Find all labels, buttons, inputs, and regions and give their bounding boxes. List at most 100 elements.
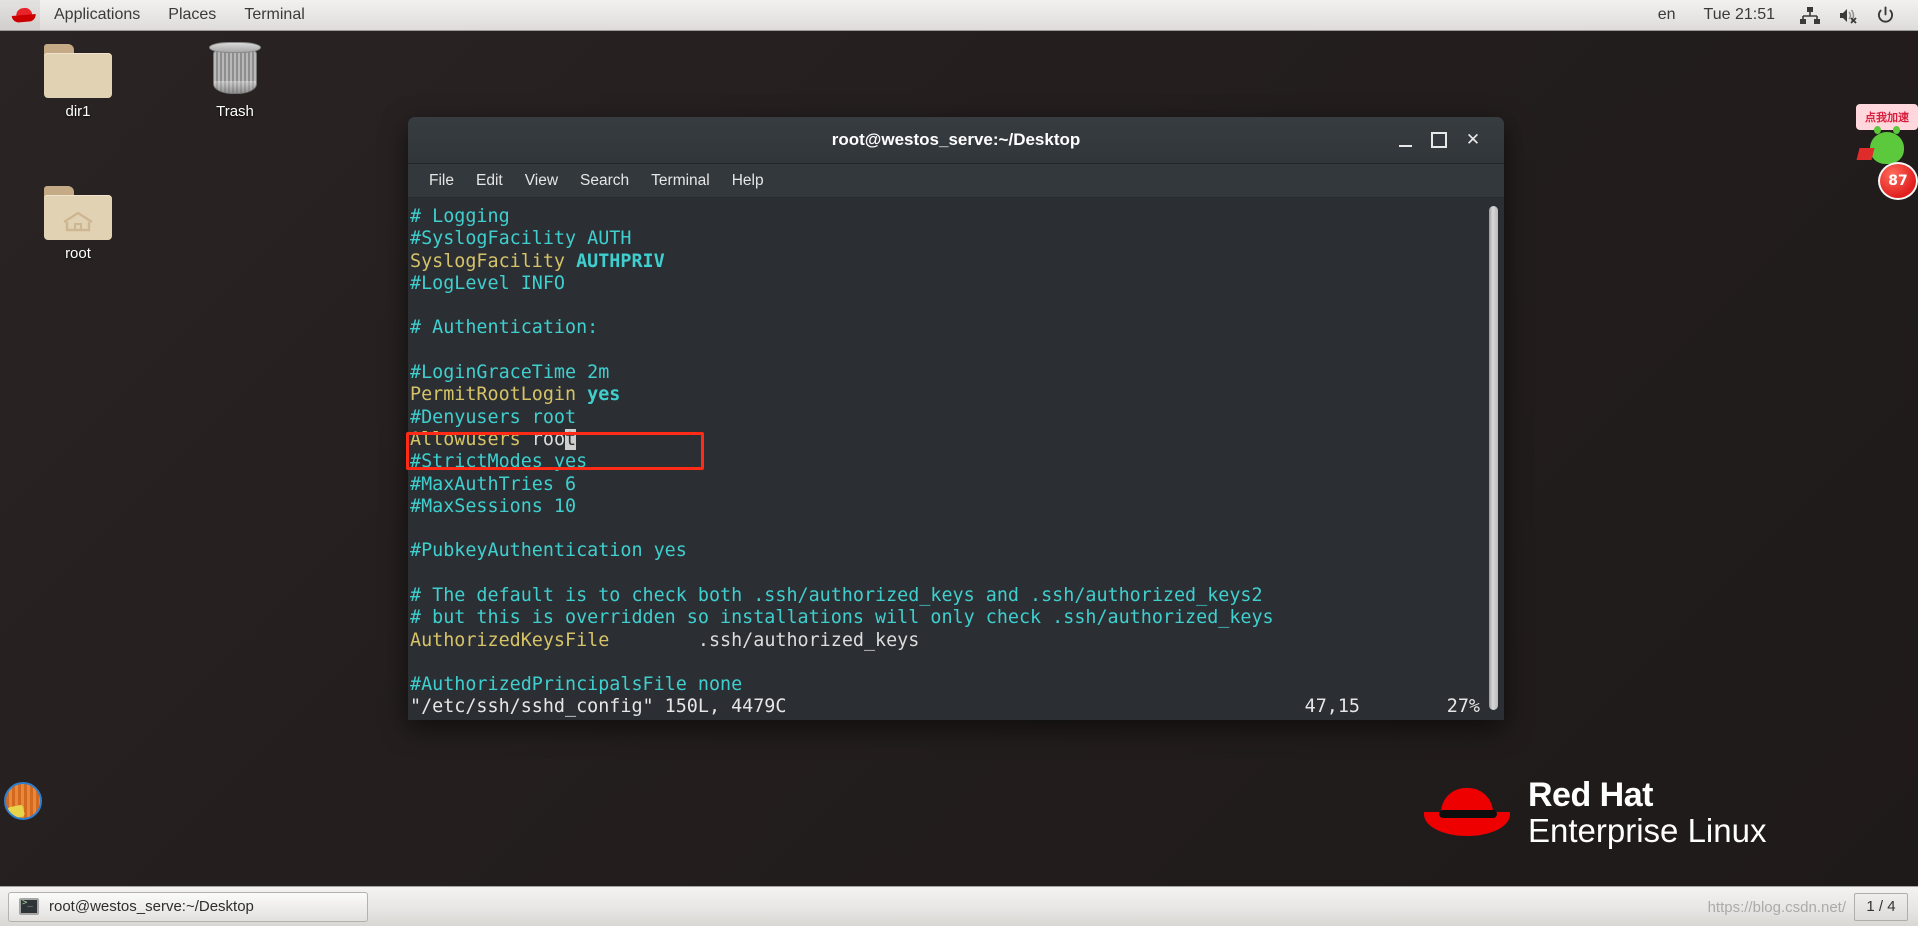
desktop-icon-dir1[interactable]: dir1 [24,44,132,120]
close-button[interactable]: ✕ [1456,125,1490,155]
terminal-text-span: # Authentication: [410,317,599,339]
desktop-icon-trash[interactable]: Trash [181,40,289,120]
terminal-line: #PubkeyAuthentication yes [408,540,1482,562]
taskbar-item-terminal[interactable]: root@westos_serve:~/Desktop [8,891,368,922]
trash-icon [209,40,261,98]
redhat-logo-icon[interactable] [0,0,40,30]
scrollbar-thumb[interactable] [1488,206,1498,710]
clock[interactable]: Tue 21:51 [1688,6,1791,24]
terminal-line: #AuthorizedPrincipalsFile none [408,674,1482,696]
terminal-window[interactable]: root@westos_serve:~/Desktop ✕ File Edit … [408,117,1504,720]
terminal-text-span: #StrictModes yes [410,451,588,473]
terminal-line: #MaxSessions 10 [408,496,1482,518]
terminal-text-span: #MaxAuthTries 6 [410,473,577,495]
terminal-icon [19,898,39,915]
terminal-line: #Denyusers root [408,407,1482,429]
power-icon[interactable] [1867,5,1904,25]
vim-status-file: "/etc/ssh/sshd_config" 150L, 4479C [410,695,787,717]
terminal-body[interactable]: # Logging #SyslogFacility AUTH SyslogFacil… [408,198,1504,720]
terminal-line: PermitRootLogin yes [408,384,1482,406]
terminal-text-span: #SyslogFacility AUTH [410,228,632,250]
terminal-line: AuthorizedKeysFile .ssh/authorized_keys [408,630,1482,652]
terminal-line: # but this is overridden so installation… [408,607,1482,629]
window-titlebar[interactable]: root@westos_serve:~/Desktop ✕ [408,117,1504,164]
terminal-line: #MaxAuthTries 6 [408,474,1482,496]
maximize-button[interactable] [1422,125,1456,155]
rhel-logo-line1: Red Hat [1528,776,1653,814]
window-title: root@westos_serve:~/Desktop [831,130,1081,149]
accelerate-bubble[interactable]: 点我加速 [1856,104,1918,130]
desktop-icon-root[interactable]: root [24,186,132,262]
terminal-text-span: #MaxSessions 10 [410,495,577,517]
network-icon[interactable] [1791,6,1829,24]
terminal-line: # Authentication: [408,317,1482,339]
terminal-line: #StrictModes yes [408,451,1482,473]
home-folder-icon [44,186,112,240]
terminal-text-span: # Logging [410,206,510,227]
desktop-icon-label: Trash [216,103,254,120]
volume-muted-icon[interactable] [1829,7,1867,24]
menu-edit[interactable]: Edit [465,169,514,193]
terminal-text-span: roo [531,428,566,450]
menu-help[interactable]: Help [721,169,775,193]
places-menu[interactable]: Places [154,0,230,30]
menu-file[interactable]: File [418,169,465,193]
terminal-line: #LoginGraceTime 2m [408,362,1482,384]
terminal-text-span: #PubkeyAuthentication yes [410,540,687,562]
desktop-avatar-thumbnail[interactable] [4,782,42,820]
terminal-text-span: .ssh/authorized_keys [609,629,920,651]
terminal-scrollbar[interactable] [1482,198,1504,720]
accelerate-badge[interactable]: 87 [1878,162,1918,200]
terminal-menubar: File Edit View Search Terminal Help [408,164,1504,198]
terminal-text-span: #LogLevel INFO [410,272,566,294]
workspace-switcher[interactable]: 1 / 4 [1854,892,1908,921]
terminal-line: #LogLevel INFO [408,273,1482,295]
accelerate-flag-icon [1856,148,1875,160]
accelerate-mascot-icon [1870,126,1904,164]
home-glyph-icon [63,211,93,232]
applications-menu[interactable]: Applications [40,0,154,30]
vim-status-percent: 27% [1446,695,1480,717]
desktop-screen: Applications Places Terminal en Tue 21:5… [0,0,1918,926]
terminal-menu[interactable]: Terminal [230,0,318,30]
terminal-text-span: Allowusers [410,428,532,450]
rhel-logo-line2: Enterprise Linux [1528,811,1767,849]
vim-status-line: "/etc/ssh/sshd_config" 150L, 4479C 47,15… [410,696,1480,718]
desktop-icon-label: root [65,245,91,262]
rhel-desktop-logo: Red Hat Enterprise Linux [1424,776,1767,849]
accelerate-widget[interactable]: 点我加速 87 [1856,104,1918,200]
terminal-line: Allowusers root [408,428,1482,451]
terminal-text-span: PermitRootLogin [410,384,588,406]
terminal-line: #SyslogFacility AUTH [408,228,1482,250]
terminal-line: # The default is to check both .ssh/auth… [408,585,1482,607]
terminal-text-area[interactable]: # Logging #SyslogFacility AUTH SyslogFacil… [408,198,1482,720]
redhat-hat-icon [1424,786,1510,840]
keyboard-language-indicator[interactable]: en [1646,6,1688,24]
bottom-panel: root@westos_serve:~/Desktop 1 / 4 [0,886,1918,926]
terminal-text-span: SyslogFacility [410,250,577,272]
taskbar-item-label: root@westos_serve:~/Desktop [49,898,254,915]
menu-view[interactable]: View [514,169,569,193]
terminal-line: # Logging [408,206,1482,228]
minimize-button[interactable] [1388,125,1422,155]
menu-terminal[interactable]: Terminal [640,169,721,193]
terminal-line: SyslogFacility AUTHPRIV [408,251,1482,273]
terminal-text-span: t [565,428,577,450]
menu-search[interactable]: Search [569,169,640,193]
folder-icon [44,44,112,98]
terminal-text-span: #Denyusers root [410,406,577,428]
vim-status-position: 47,15 [1304,695,1360,717]
desktop-icon-label: dir1 [65,103,91,120]
terminal-text-span: # The default is to check both .ssh/auth… [410,585,1263,607]
terminal-text-span: AuthorizedKeysFile [410,629,610,651]
terminal-text-span: yes [587,384,621,406]
accelerate-bubble-text: 点我加速 [1865,111,1909,124]
accelerate-badge-text: 87 [1888,173,1908,189]
terminal-text-span: #LoginGraceTime 2m [410,362,610,384]
terminal-text-span: #AuthorizedPrincipalsFile none [410,674,743,696]
